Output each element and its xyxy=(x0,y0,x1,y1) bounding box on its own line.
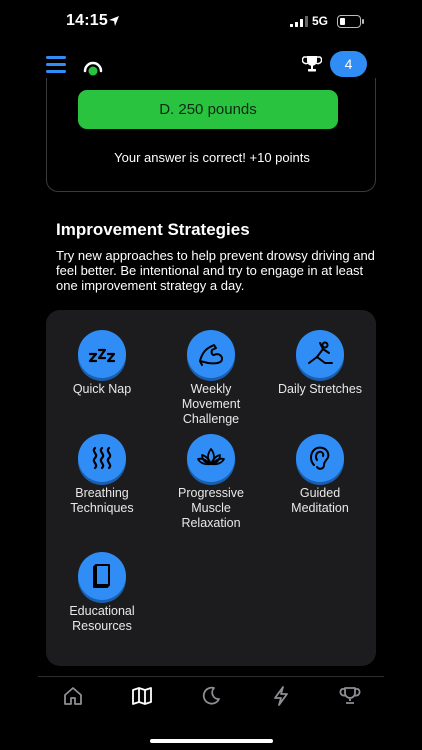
app-logo-icon[interactable] xyxy=(82,56,104,78)
breath-waves-icon xyxy=(78,434,126,482)
zzz-icon xyxy=(78,330,126,378)
strategy-label: Guided Meditation xyxy=(291,486,349,515)
points-badge[interactable]: 4 xyxy=(330,51,367,77)
flexed-arm-icon xyxy=(187,330,235,378)
answer-feedback: Your answer is correct! +10 points xyxy=(114,150,310,165)
signal-bars-icon xyxy=(290,16,308,27)
lotus-icon xyxy=(187,434,235,482)
strategy-breathing-techniques[interactable]: Breathing Techniques xyxy=(52,434,152,516)
trophy-icon[interactable] xyxy=(302,54,322,74)
strategy-quick-nap[interactable]: Quick Nap xyxy=(52,330,152,397)
moon-icon[interactable] xyxy=(200,685,222,707)
strategy-daily-stretches[interactable]: Daily Stretches xyxy=(270,330,370,397)
strategy-label: Breathing Techniques xyxy=(70,486,134,515)
ear-icon xyxy=(296,434,344,482)
strategy-label: Weekly Movement Challenge xyxy=(181,382,241,426)
strategy-label: Progressive Muscle Relaxation xyxy=(178,486,244,530)
trophy-icon[interactable] xyxy=(339,685,361,707)
strategy-label: Daily Stretches xyxy=(277,382,363,396)
section-description: Try new approaches to help prevent drows… xyxy=(56,248,375,293)
strategy-label: Educational Resources xyxy=(69,604,135,633)
location-arrow-icon xyxy=(109,16,119,26)
answer-option-correct[interactable]: D. 250 pounds xyxy=(78,90,338,129)
strategies-panel: Quick Nap Weekly Movement Challenge Dail… xyxy=(46,310,376,666)
strategy-educational-resources[interactable]: Educational Resources xyxy=(52,552,152,634)
section-title: Improvement Strategies xyxy=(56,220,250,239)
strategy-guided-meditation[interactable]: Guided Meditation xyxy=(270,434,370,516)
strategy-label: Quick Nap xyxy=(72,382,132,396)
book-icon xyxy=(78,552,126,600)
home-indicator xyxy=(150,739,273,743)
status-bar: 14:15 5G xyxy=(0,0,422,46)
strategy-weekly-movement-challenge[interactable]: Weekly Movement Challenge xyxy=(161,330,261,427)
tab-bar xyxy=(38,676,384,712)
home-icon[interactable] xyxy=(62,685,84,707)
map-icon[interactable] xyxy=(131,685,153,707)
lightning-icon[interactable] xyxy=(270,685,292,707)
stretch-pose-icon xyxy=(296,330,344,378)
battery-low-icon xyxy=(337,15,364,28)
status-time: 14:15 xyxy=(66,12,108,29)
network-type: 5G xyxy=(312,14,329,28)
strategy-progressive-muscle-relaxation[interactable]: Progressive Muscle Relaxation xyxy=(161,434,261,531)
quiz-card: D. 250 pounds Your answer is correct! +1… xyxy=(46,78,376,192)
hamburger-menu-icon[interactable] xyxy=(46,56,66,73)
